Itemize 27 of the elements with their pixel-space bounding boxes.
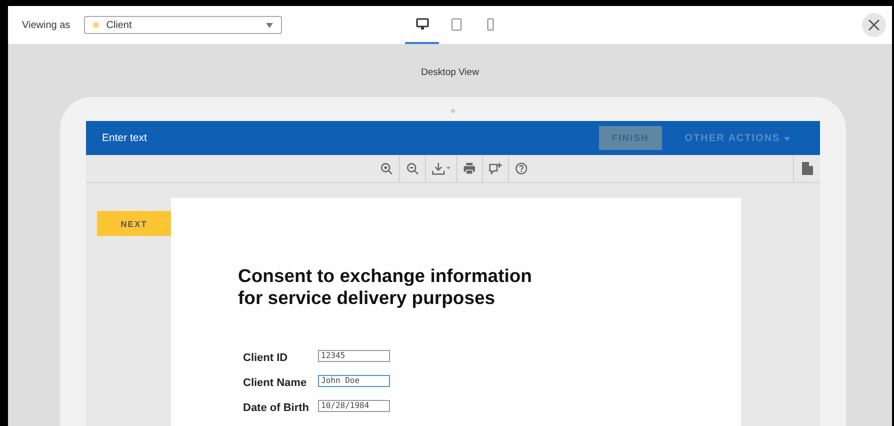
caret-icon: [266, 22, 274, 28]
document-icon: [802, 162, 812, 175]
text-field[interactable]: John Doe: [318, 374, 390, 386]
camera-dot: [451, 109, 455, 113]
text-field[interactable]: 10/28/1984: [318, 400, 390, 412]
zoom-out-icon: [406, 162, 419, 175]
next-button[interactable]: NEXT: [97, 211, 171, 236]
caret-icon: [784, 136, 790, 140]
document-title: Consent to exchange information for service delivery purposes: [238, 265, 533, 309]
field-label: Client Name: [243, 376, 308, 388]
tablet-icon: [450, 18, 462, 30]
field-label: Date of Birth: [243, 402, 310, 414]
header-title: Enter text: [102, 132, 148, 144]
help-icon: [514, 162, 528, 175]
comment-add-icon: [488, 162, 502, 175]
desktop-icon: [416, 18, 428, 30]
viewing-as-label: Viewing as: [22, 20, 70, 30]
download-icon: [432, 162, 450, 175]
field-label: Client ID: [243, 352, 289, 364]
zoom-in-icon: [380, 162, 393, 175]
role-dropdown[interactable]: Client: [84, 16, 282, 34]
close-button[interactable]: [862, 13, 886, 37]
close-icon: [868, 19, 880, 31]
text-field[interactable]: 12345: [318, 350, 390, 362]
printer-icon: [462, 162, 476, 175]
view-title: Desktop View: [421, 67, 479, 78]
phone-icon: [486, 18, 494, 30]
